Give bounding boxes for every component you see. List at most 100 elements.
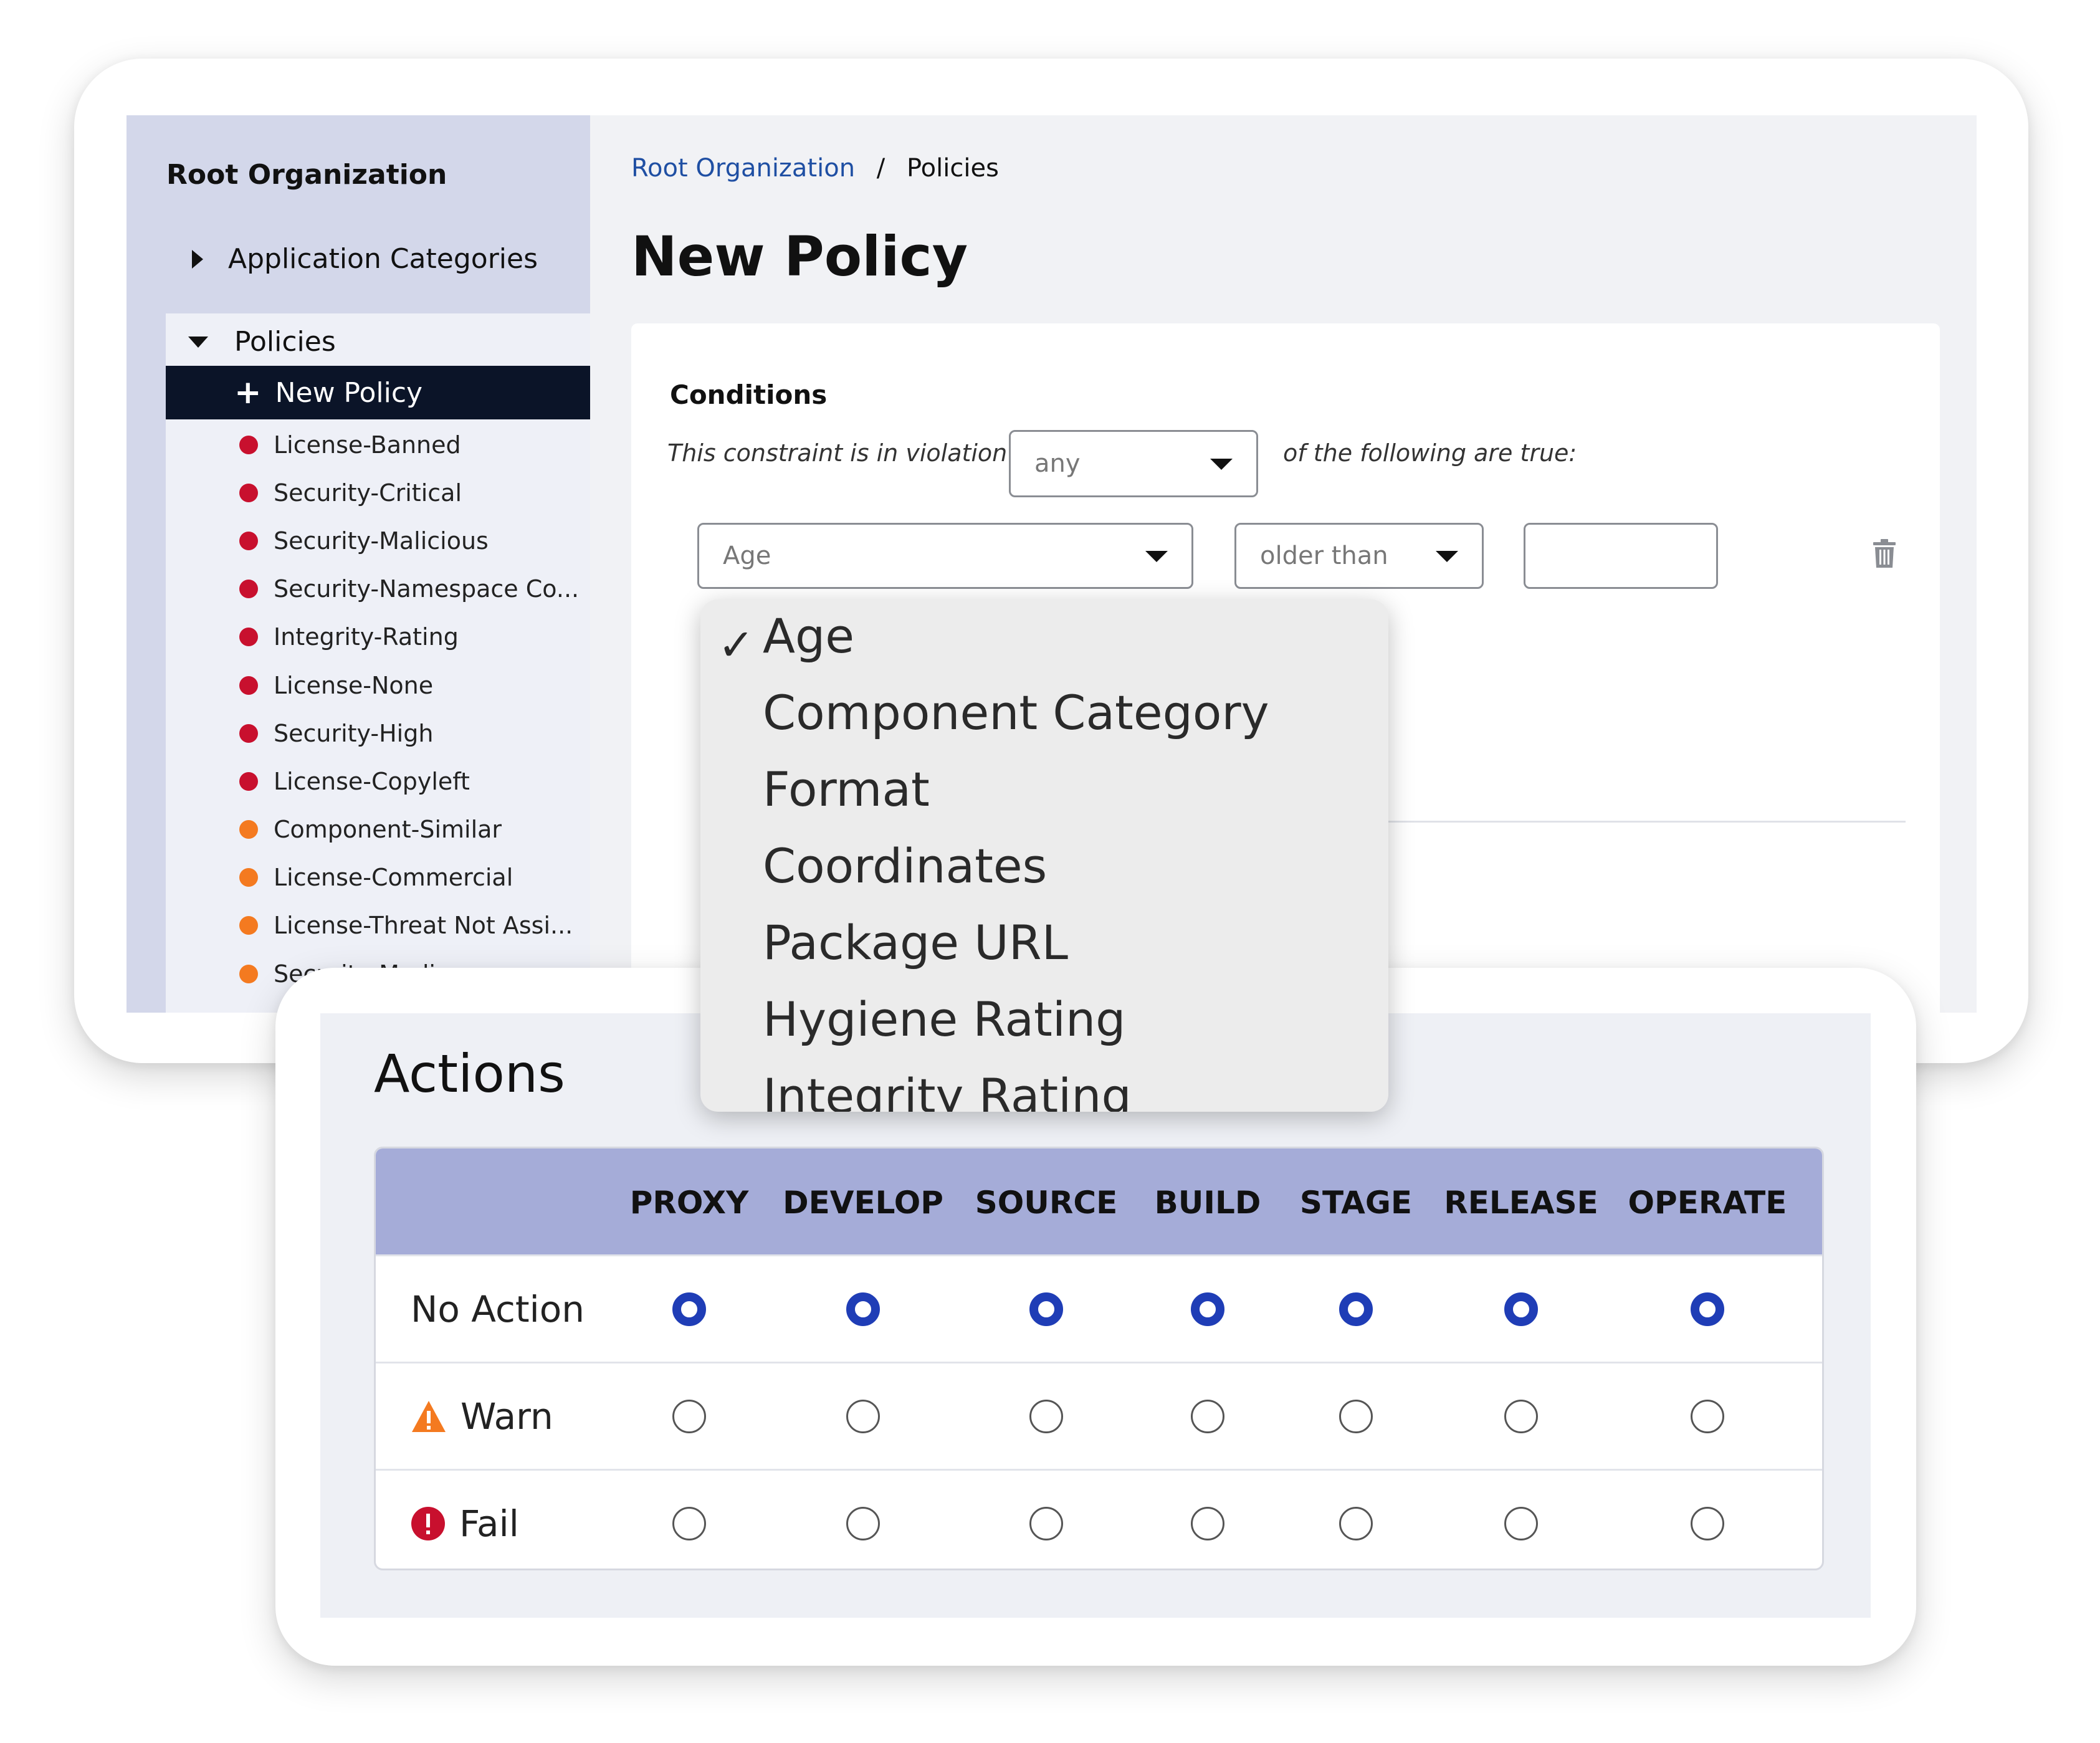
column-header-operate: OPERATE — [1628, 1185, 1787, 1221]
constraint-suffix-text: of the following are true: — [1283, 439, 1577, 467]
table-row: Fail — [376, 1469, 1822, 1569]
sidebar-item-policies[interactable]: Policies — [188, 326, 336, 358]
table-row: No Action — [376, 1254, 1822, 1362]
sidebar-policy-item[interactable]: Security-Critical — [166, 469, 590, 517]
sidebar-policy-item[interactable]: Security-High — [166, 709, 590, 757]
column-header-proxy: PROXY — [629, 1185, 749, 1221]
sidebar-org-title[interactable]: Root Organization — [166, 159, 447, 191]
sidebar-policy-item[interactable]: License-Commercial — [166, 854, 590, 902]
sidebar-policy-item[interactable]: License-Banned — [166, 421, 590, 469]
sidebar-policy-label: License-Banned — [274, 431, 461, 459]
sidebar-policy-label: Integrity-Rating — [274, 623, 459, 651]
actions-table: PROXY DEVELOP SOURCE BUILD STAGE RELEASE OPERA… — [374, 1147, 1824, 1570]
error-icon — [411, 1506, 445, 1540]
severity-dot-icon — [239, 771, 258, 791]
column-header-build: BUILD — [1154, 1185, 1261, 1221]
sidebar-policy-label: License-None — [274, 671, 434, 699]
sidebar-policy-item[interactable]: License-None — [166, 661, 590, 709]
severity-dot-icon — [239, 531, 258, 550]
dropdown-option[interactable]: Hygiene Rating — [763, 991, 1125, 1047]
radio-warn-source[interactable] — [1029, 1399, 1063, 1433]
radio-no-action-proxy[interactable] — [672, 1292, 706, 1326]
sidebar-item-label: Policies — [234, 326, 336, 358]
radio-fail-operate[interactable] — [1691, 1506, 1724, 1540]
sidebar-policy-item[interactable]: Component-Similar — [166, 806, 590, 854]
dropdown-option[interactable]: Component Category — [763, 685, 1269, 740]
chevron-down-icon — [1145, 551, 1168, 562]
radio-no-action-release[interactable] — [1504, 1292, 1538, 1326]
row-label: Fail — [411, 1502, 519, 1545]
sidebar-policy-label: Security-Namespace Co... — [274, 575, 580, 603]
divider — [1348, 821, 1906, 823]
radio-no-action-operate[interactable] — [1691, 1292, 1724, 1326]
radio-warn-develop[interactable] — [846, 1399, 880, 1433]
caret-down-icon — [188, 336, 208, 348]
dropdown-option[interactable]: Integrity Rating — [763, 1068, 1132, 1112]
radio-warn-build[interactable] — [1191, 1399, 1224, 1433]
condition-value-input[interactable] — [1524, 523, 1718, 589]
condition-operator-value: older than — [1260, 542, 1388, 570]
row-label: No Action — [411, 1288, 585, 1330]
radio-no-action-develop[interactable] — [846, 1292, 880, 1326]
breadcrumb-link-root[interactable]: Root Organization — [631, 154, 855, 183]
radio-warn-release[interactable] — [1504, 1399, 1538, 1433]
chevron-down-icon — [1436, 551, 1458, 562]
sidebar-item-label: New Policy — [275, 376, 423, 409]
sidebar: Root Organization Application Categories… — [126, 115, 590, 1013]
checkmark-icon: ✓ — [718, 619, 755, 671]
radio-no-action-build[interactable] — [1191, 1292, 1224, 1326]
radio-fail-proxy[interactable] — [672, 1506, 706, 1540]
radio-no-action-stage[interactable] — [1339, 1292, 1373, 1326]
dropdown-option[interactable]: Format — [763, 762, 930, 817]
radio-fail-source[interactable] — [1029, 1506, 1063, 1540]
sidebar-policy-label: Security-Critical — [274, 479, 462, 507]
radio-warn-proxy[interactable] — [672, 1399, 706, 1433]
condition-field-select[interactable]: Age — [697, 523, 1193, 589]
sidebar-policy-item[interactable]: Security-Malicious — [166, 517, 590, 565]
caret-right-icon — [192, 249, 203, 269]
severity-dot-icon — [239, 964, 258, 983]
sidebar-policy-label: Security-Malicious — [274, 527, 489, 555]
condition-field-dropdown-menu: ✓ Age Component Category Format Coordinates… — [700, 599, 1388, 1112]
sidebar-item-new-policy[interactable]: + New Policy — [166, 366, 590, 419]
breadcrumb-current: Policies — [906, 154, 999, 183]
breadcrumb-separator: / — [876, 154, 885, 183]
radio-fail-release[interactable] — [1504, 1506, 1538, 1540]
sidebar-item-label: Application Categories — [228, 243, 538, 275]
plus-icon: + — [234, 374, 262, 411]
match-type-select[interactable]: any — [1009, 430, 1258, 497]
constraint-prefix-text: This constraint is in violation if — [667, 439, 1030, 467]
dropdown-option[interactable]: Coordinates — [763, 838, 1047, 894]
trash-icon[interactable] — [1873, 539, 1896, 568]
conditions-title: Conditions — [670, 380, 828, 410]
row-label: Warn — [411, 1395, 553, 1438]
radio-fail-build[interactable] — [1191, 1506, 1224, 1540]
radio-fail-stage[interactable] — [1339, 1506, 1373, 1540]
sidebar-policy-item[interactable]: Security-Namespace Co... — [166, 565, 590, 613]
sidebar-policy-label: License-Copyleft — [274, 767, 470, 795]
actions-title: Actions — [374, 1043, 565, 1104]
dropdown-option[interactable]: Age — [763, 608, 854, 664]
sidebar-item-application-categories[interactable]: Application Categories — [192, 243, 538, 275]
row-label-text: Fail — [459, 1502, 519, 1545]
radio-fail-develop[interactable] — [846, 1506, 880, 1540]
sidebar-policy-label: License-Threat Not Assi... — [274, 912, 573, 940]
policy-list: License-Banned Security-Critical Security-… — [166, 421, 590, 998]
sidebar-policy-item[interactable]: Integrity-Rating — [166, 613, 590, 661]
radio-warn-operate[interactable] — [1691, 1399, 1724, 1433]
column-header-develop: DEVELOP — [783, 1185, 943, 1221]
radio-no-action-source[interactable] — [1029, 1292, 1063, 1326]
severity-dot-icon — [239, 676, 258, 695]
dropdown-option[interactable]: Package URL — [763, 915, 1068, 970]
condition-operator-select[interactable]: older than — [1234, 523, 1484, 589]
condition-field-value: Age — [723, 542, 771, 570]
column-header-stage: STAGE — [1299, 1185, 1413, 1221]
radio-warn-stage[interactable] — [1339, 1399, 1373, 1433]
severity-dot-icon — [239, 723, 258, 743]
sidebar-policy-item[interactable]: License-Threat Not Assi... — [166, 902, 590, 950]
warning-icon — [412, 1400, 446, 1432]
sidebar-policy-item[interactable]: License-Copyleft — [166, 757, 590, 805]
sidebar-policy-label: Security-High — [274, 719, 434, 747]
policies-panel: Policies + New Policy License-Banned Secu… — [166, 313, 590, 1013]
column-header-release: RELEASE — [1444, 1185, 1598, 1221]
